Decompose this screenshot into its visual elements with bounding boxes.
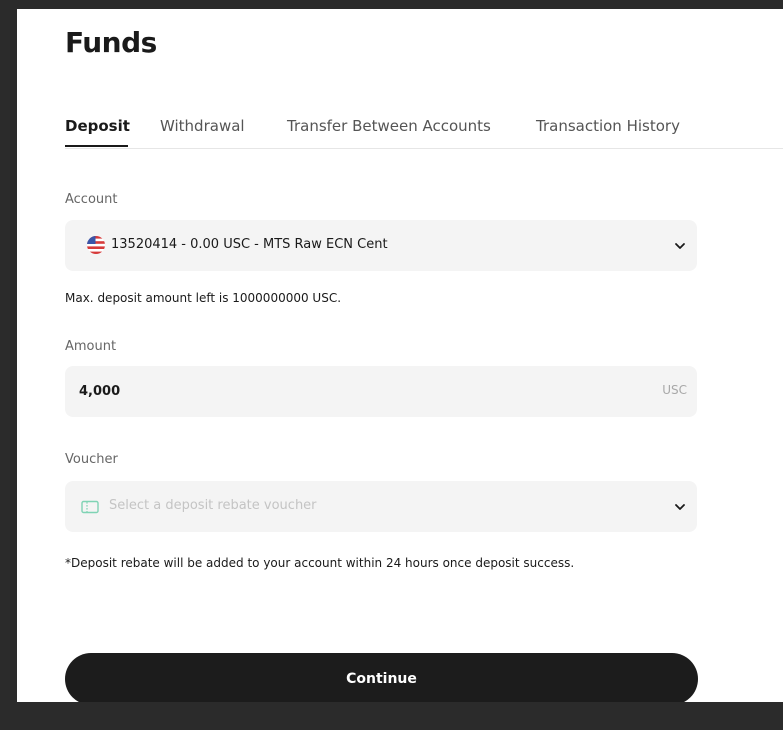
- max-deposit-note: Max. deposit amount left is 1000000000 U…: [65, 291, 342, 305]
- tab-withdrawal[interactable]: Withdrawal: [160, 105, 245, 147]
- funds-tabs: Deposit Withdrawal Transfer Between Acco…: [65, 105, 783, 149]
- account-selected-value: 13520414 - 0.00 USC - MTS Raw ECN Cent: [111, 237, 388, 252]
- us-flag-icon: [87, 236, 105, 254]
- voucher-label: Voucher: [65, 452, 118, 467]
- tab-deposit[interactable]: Deposit: [65, 105, 130, 147]
- account-label: Account: [65, 192, 118, 207]
- tab-transfer-between-accounts[interactable]: Transfer Between Accounts: [287, 105, 491, 147]
- voucher-select[interactable]: Select a deposit rebate voucher: [65, 481, 697, 532]
- amount-field: USC: [65, 366, 697, 417]
- deposit-rebate-note: *Deposit rebate will be added to your ac…: [65, 556, 575, 570]
- continue-button[interactable]: Continue: [65, 653, 698, 702]
- amount-label: Amount: [65, 339, 117, 354]
- page-title: Funds: [65, 26, 157, 59]
- chevron-down-icon: [673, 238, 687, 252]
- amount-currency: USC: [662, 383, 687, 397]
- funds-panel: Funds Deposit Withdrawal Transfer Betwee…: [17, 9, 783, 702]
- ticket-icon: [81, 499, 99, 514]
- amount-input[interactable]: [79, 366, 619, 417]
- account-select[interactable]: 13520414 - 0.00 USC - MTS Raw ECN Cent: [65, 220, 697, 271]
- voucher-placeholder: Select a deposit rebate voucher: [109, 498, 317, 513]
- chevron-down-icon: [673, 499, 687, 513]
- tab-transaction-history[interactable]: Transaction History: [536, 105, 680, 147]
